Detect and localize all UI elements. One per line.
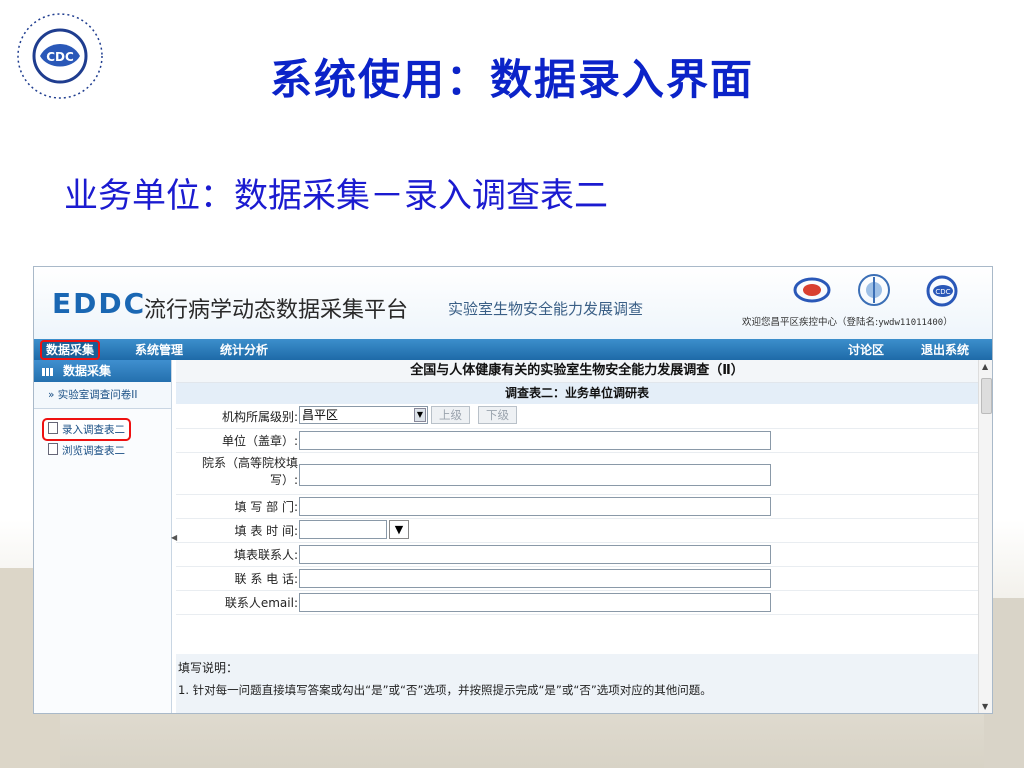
nav-data-collection[interactable]: 数据采集 [40, 340, 101, 360]
department-label: 院系（高等院校填写）: [201, 456, 298, 487]
document-icon [48, 443, 58, 455]
row-unit: 单位（盖章）: [176, 428, 978, 453]
row-fill-department: 填 写 部 门: [176, 494, 978, 519]
scroll-down-icon[interactable]: ▼ [982, 702, 988, 711]
chevron-down-icon: ▼ [414, 408, 426, 422]
sidebar-section[interactable]: » 实验室调查问卷II [34, 382, 171, 409]
row-email: 联系人email: [176, 590, 978, 615]
level-select[interactable]: 昌平区 ▼ [299, 406, 428, 424]
form-title: 全国与人体健康有关的实验室生物安全能力发展调查（Ⅱ） [176, 360, 978, 383]
instructions-heading: 填写说明： [178, 661, 239, 675]
row-department: 院系（高等院校填写）: [176, 452, 978, 495]
document-icon [48, 422, 58, 434]
row-fill-time: 填 表 时 间: ▼ [176, 518, 978, 543]
vertical-scrollbar[interactable]: ▲ ▼ [978, 360, 992, 713]
row-level: 机构所属级别: 昌平区 ▼ 上级 下级 [176, 404, 978, 429]
up-level-button[interactable]: 上级 [431, 406, 470, 424]
welcome-text: 欢迎您昌平区疾控中心（登陆名:ywdw11011400） [742, 317, 953, 328]
contact-label: 填表联系人: [233, 548, 298, 562]
app-window: EDDC 流行病学动态数据采集平台 实验室生物安全能力发展调查 CDC 欢迎您昌… [33, 266, 993, 714]
fill-department-label: 填 写 部 门: [234, 500, 299, 514]
fill-time-input[interactable] [299, 520, 387, 539]
unit-input[interactable] [299, 431, 771, 450]
nav-statistics[interactable]: 统计分析 [220, 341, 268, 358]
phone-label: 联 系 电 话: [234, 572, 299, 586]
svg-text:CDC: CDC [935, 288, 950, 296]
row-contact: 填表联系人: [176, 542, 978, 567]
nav-forum[interactable]: 讨论区 [848, 341, 884, 358]
fill-time-label: 填 表 时 间: [234, 524, 299, 538]
phone-input[interactable] [299, 569, 771, 588]
row-phone: 联 系 电 话: [176, 566, 978, 591]
department-input[interactable] [299, 464, 771, 486]
down-level-button[interactable]: 下级 [478, 406, 517, 424]
app-name: 流行病学动态数据采集平台 [144, 298, 409, 323]
sidebar-item-browse-form2[interactable]: 浏览调查表二 [48, 443, 125, 458]
main-nav: 数据采集 系统管理 统计分析 讨论区 退出系统 [34, 339, 992, 360]
sidebar-item-enter-form2[interactable]: 录入调查表二 [42, 418, 131, 441]
instructions: 填写说明： 1. 针对每一问题直接填写答案或勾出“是”或“否”选项，并按照提示完… [176, 654, 978, 713]
unit-label: 单位（盖章）: [221, 434, 298, 448]
level-label: 机构所属级别: [221, 410, 298, 424]
grid-icon [42, 367, 53, 376]
app-header: EDDC 流行病学动态数据采集平台 实验室生物安全能力发展调查 CDC 欢迎您昌… [34, 267, 992, 339]
scroll-thumb[interactable] [981, 378, 992, 414]
nav-logout[interactable]: 退出系统 [921, 341, 969, 358]
sidebar: 数据采集 » 实验室调查问卷II 录入调查表二 浏览调查表二 [34, 360, 172, 713]
contact-input[interactable] [299, 545, 771, 564]
form-content: 全国与人体健康有关的实验室生物安全能力发展调查（Ⅱ） 调查表二：业务单位调研表 … [176, 360, 978, 713]
scroll-up-icon[interactable]: ▲ [982, 362, 988, 371]
sidebar-header: 数据采集 [34, 360, 171, 382]
fill-department-input[interactable] [299, 497, 771, 516]
cdc-small-logo-icon: CDC [926, 275, 958, 307]
email-input[interactable] [299, 593, 771, 612]
app-subname: 实验室生物安全能力发展调查 [448, 300, 644, 318]
app-brand-logo: EDDC [52, 287, 147, 320]
email-label: 联系人email: [224, 596, 298, 610]
form-subtitle: 调查表二：业务单位调研表 [176, 383, 978, 404]
slide-title: 系统使用：数据录入界面 [269, 55, 754, 104]
cpc-logo-icon [793, 277, 831, 303]
instructions-item: 1. 针对每一问题直接填写答案或勾出“是”或“否”选项，并按照提示完成“是”或“… [178, 683, 712, 697]
who-logo-icon [858, 274, 890, 306]
date-picker-dropdown-icon[interactable]: ▼ [389, 520, 409, 539]
nav-system-management[interactable]: 系统管理 [135, 341, 183, 358]
account-name: ywdw11011400 [878, 318, 944, 328]
slide-subtitle: 业务单位：数据采集－录入调查表二 [64, 176, 608, 216]
